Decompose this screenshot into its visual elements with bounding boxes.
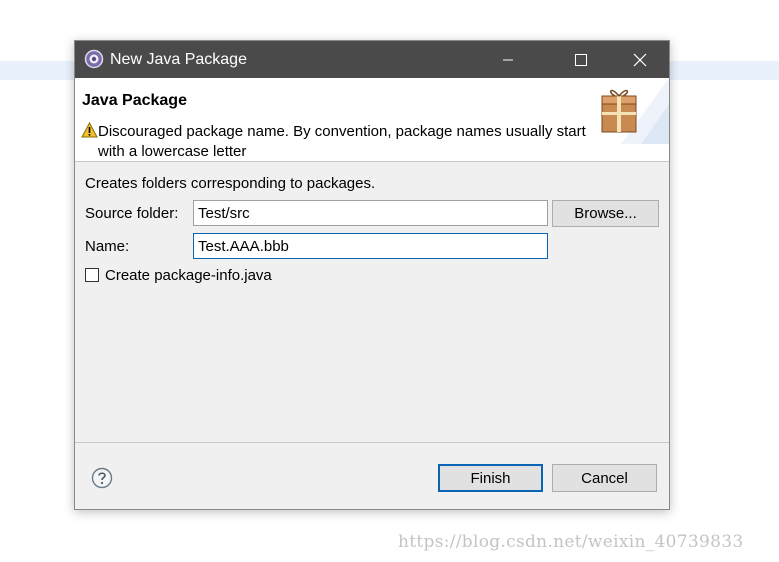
watermark-url: https://blog.csdn.net/weixin_40739833	[398, 532, 744, 552]
close-button[interactable]	[617, 41, 663, 78]
new-java-package-dialog: New Java Package Java Package Discourage…	[74, 40, 670, 510]
page-description: Creates folders corresponding to package…	[85, 175, 376, 192]
maximize-icon	[575, 53, 587, 66]
create-package-info-option[interactable]: Create package-info.java	[85, 266, 272, 284]
create-package-info-checkbox[interactable]	[85, 268, 99, 282]
minimize-icon	[503, 59, 513, 60]
eclipse-app-icon	[84, 49, 104, 69]
package-banner-icon	[601, 78, 669, 144]
footer-divider	[75, 442, 669, 443]
title-bar[interactable]: New Java Package	[75, 41, 669, 78]
window-title: New Java Package	[110, 51, 247, 68]
cancel-button[interactable]: Cancel	[552, 464, 657, 492]
maximize-button[interactable]	[558, 41, 604, 78]
source-folder-input[interactable]	[193, 200, 548, 226]
finish-button[interactable]: Finish	[438, 464, 543, 492]
source-folder-label: Source folder:	[85, 205, 179, 222]
name-label: Name:	[85, 238, 130, 255]
browse-button[interactable]: Browse...	[552, 200, 659, 227]
page-title: Java Package	[82, 92, 187, 109]
close-icon	[633, 53, 647, 66]
minimize-button[interactable]	[485, 41, 531, 78]
wizard-header: Java Package Discouraged package name. B…	[75, 78, 669, 162]
package-name-input[interactable]	[193, 233, 548, 259]
help-icon[interactable]	[91, 467, 113, 489]
create-package-info-label: Create package-info.java	[105, 266, 272, 284]
warning-message: Discouraged package name. By convention,…	[98, 123, 586, 160]
warning-icon	[81, 122, 98, 138]
